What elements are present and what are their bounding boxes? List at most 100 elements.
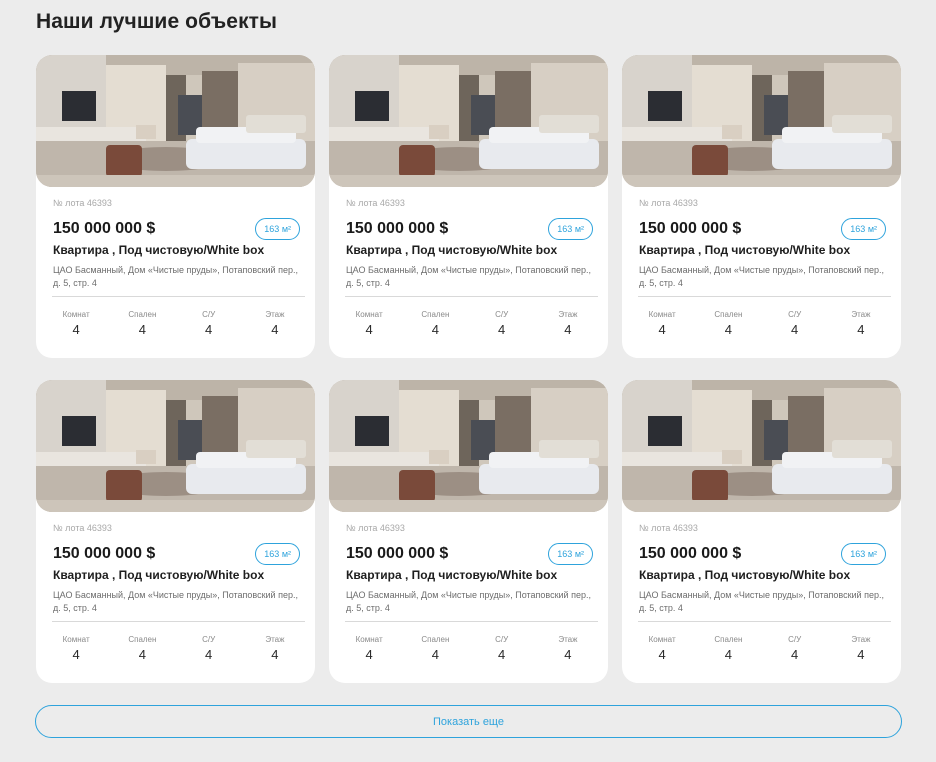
section-title: Наши лучшие объекты	[36, 10, 278, 33]
property-card[interactable]: № лота 46393 150 000 000 $ 163 м² Кварти…	[329, 380, 608, 683]
property-type: Квартира , Под чистовую/White box	[53, 243, 265, 257]
property-specs: Комнат 4 Спален 4 С/У 4 Этаж 4	[36, 634, 315, 662]
property-address: ЦАО Басманный, Дом «Чистые пруды», Потап…	[639, 590, 884, 613]
spec-value: 4	[724, 322, 732, 337]
price: 150 000 000 $	[639, 545, 742, 562]
divider	[52, 621, 305, 622]
interior-photo-illustration	[36, 55, 315, 187]
spec-bedrooms: Спален 4	[695, 634, 761, 662]
spec-rooms: Комнат 4	[629, 634, 695, 662]
spec-bathrooms: С/У 4	[469, 634, 535, 662]
spec-value: 4	[205, 647, 213, 662]
spec-label: Этаж	[265, 635, 285, 644]
interior-photo-illustration	[622, 380, 901, 512]
spec-label: Этаж	[558, 310, 578, 319]
property-specs: Комнат 4 Спален 4 С/У 4 Этаж 4	[36, 309, 315, 337]
interior-photo-illustration	[329, 380, 608, 512]
area-badge: 163 м²	[841, 543, 886, 565]
spec-label: Спален	[714, 310, 743, 319]
property-type: Квартира , Под чистовую/White box	[53, 568, 265, 582]
spec-label: Спален	[421, 635, 450, 644]
lot-number: № лота 46393	[639, 523, 698, 533]
spec-label: Этаж	[851, 310, 871, 319]
spec-bedrooms: Спален 4	[109, 309, 175, 337]
lot-number: № лота 46393	[346, 198, 405, 208]
spec-label: Комнат	[355, 310, 383, 319]
spec-rooms: Комнат 4	[43, 309, 109, 337]
divider	[638, 621, 891, 622]
spec-value: 4	[365, 322, 373, 337]
property-address: ЦАО Басманный, Дом «Чистые пруды», Потап…	[346, 590, 591, 613]
spec-value: 4	[138, 322, 146, 337]
area-badge: 163 м²	[548, 543, 593, 565]
spec-value: 4	[431, 647, 439, 662]
divider	[345, 296, 598, 297]
spec-bathrooms: С/У 4	[762, 634, 828, 662]
price: 150 000 000 $	[346, 220, 449, 237]
show-more-button[interactable]: Показать еще	[35, 705, 902, 738]
spec-value: 4	[205, 322, 213, 337]
property-photo[interactable]	[329, 55, 608, 187]
property-photo[interactable]	[622, 55, 901, 187]
property-type: Квартира , Под чистовую/White box	[346, 568, 558, 582]
price: 150 000 000 $	[639, 220, 742, 237]
spec-value: 4	[271, 647, 279, 662]
property-photo[interactable]	[36, 55, 315, 187]
spec-label: Этаж	[265, 310, 285, 319]
spec-rooms: Комнат 4	[336, 309, 402, 337]
spec-label: Комнат	[355, 635, 383, 644]
spec-label: С/У	[202, 635, 216, 644]
interior-photo-illustration	[36, 380, 315, 512]
price: 150 000 000 $	[53, 545, 156, 562]
property-card[interactable]: № лота 46393 150 000 000 $ 163 м² Кварти…	[36, 380, 315, 683]
property-card[interactable]: № лота 46393 150 000 000 $ 163 м² Кварти…	[329, 55, 608, 358]
spec-value: 4	[658, 647, 666, 662]
property-card[interactable]: № лота 46393 150 000 000 $ 163 м² Кварти…	[622, 380, 901, 683]
spec-value: 4	[72, 647, 80, 662]
spec-floor: Этаж 4	[535, 309, 601, 337]
divider	[638, 296, 891, 297]
area-badge: 163 м²	[255, 543, 300, 565]
spec-label: Комнат	[648, 635, 676, 644]
property-address: ЦАО Басманный, Дом «Чистые пруды», Потап…	[53, 265, 298, 288]
spec-bathrooms: С/У 4	[176, 634, 242, 662]
spec-label: С/У	[495, 635, 509, 644]
spec-value: 4	[564, 322, 572, 337]
spec-value: 4	[791, 322, 799, 337]
divider	[52, 296, 305, 297]
spec-bathrooms: С/У 4	[469, 309, 535, 337]
spec-label: Этаж	[558, 635, 578, 644]
spec-label: Спален	[421, 310, 450, 319]
spec-rooms: Комнат 4	[43, 634, 109, 662]
property-specs: Комнат 4 Спален 4 С/У 4 Этаж 4	[622, 309, 901, 337]
spec-value: 4	[431, 322, 439, 337]
property-address: ЦАО Басманный, Дом «Чистые пруды», Потап…	[346, 265, 591, 288]
lot-number: № лота 46393	[639, 198, 698, 208]
property-card[interactable]: № лота 46393 150 000 000 $ 163 м² Кварти…	[622, 55, 901, 358]
lot-number: № лота 46393	[53, 198, 112, 208]
spec-label: С/У	[788, 635, 802, 644]
spec-label: С/У	[788, 310, 802, 319]
spec-label: Спален	[128, 310, 157, 319]
area-badge: 163 м²	[548, 218, 593, 240]
spec-floor: Этаж 4	[242, 309, 308, 337]
spec-label: Комнат	[62, 310, 90, 319]
spec-value: 4	[791, 647, 799, 662]
property-card[interactable]: № лота 46393 150 000 000 $ 163 м² Кварти…	[36, 55, 315, 358]
spec-floor: Этаж 4	[828, 309, 894, 337]
property-specs: Комнат 4 Спален 4 С/У 4 Этаж 4	[329, 309, 608, 337]
lot-number: № лота 46393	[346, 523, 405, 533]
spec-value: 4	[138, 647, 146, 662]
spec-value: 4	[498, 322, 506, 337]
spec-label: Этаж	[851, 635, 871, 644]
spec-floor: Этаж 4	[535, 634, 601, 662]
spec-label: Спален	[714, 635, 743, 644]
spec-value: 4	[564, 647, 572, 662]
property-photo[interactable]	[622, 380, 901, 512]
property-photo[interactable]	[36, 380, 315, 512]
interior-photo-illustration	[329, 55, 608, 187]
property-grid: № лота 46393 150 000 000 $ 163 м² Кварти…	[36, 55, 902, 683]
property-photo[interactable]	[329, 380, 608, 512]
spec-value: 4	[857, 647, 865, 662]
spec-value: 4	[857, 322, 865, 337]
